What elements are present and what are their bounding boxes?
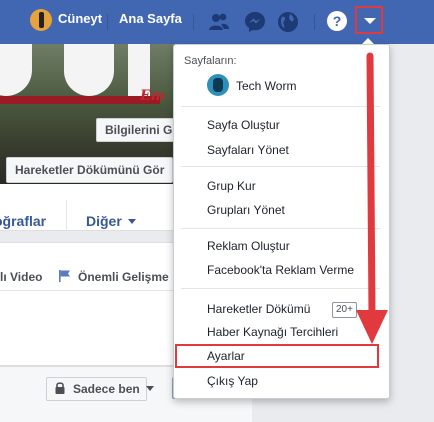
tab-divider (66, 200, 67, 230)
home-link[interactable]: Ana Sayfa (119, 11, 182, 26)
menu-divider (181, 228, 380, 229)
menu-item-activity-log[interactable]: Hareketler Dökümü (207, 302, 310, 316)
chevron-down-icon (146, 386, 154, 391)
life-event-button[interactable]: Önemli Gelişme (78, 270, 169, 284)
profile-name-link[interactable]: Cüneyt (58, 11, 102, 26)
menu-divider (181, 166, 380, 167)
live-video-button[interactable]: lı Video (0, 270, 42, 284)
settings-highlight-box (175, 344, 379, 368)
menu-item-manage-pages[interactable]: Sayfaları Yönet (207, 143, 289, 157)
profile-avatar[interactable] (30, 9, 52, 31)
cover-sculpture-letter (64, 44, 114, 96)
topbar-divider (314, 14, 315, 30)
cover-sculpture-base (0, 96, 160, 104)
messenger-icon[interactable] (243, 10, 267, 34)
view-activity-log-button[interactable]: Hareketler Dökümünü Gör (6, 157, 174, 183)
menu-item-manage-groups[interactable]: Grupları Yönet (207, 203, 285, 217)
topbar-divider (193, 14, 194, 30)
globe-icon[interactable] (276, 10, 300, 34)
menu-item-create-page[interactable]: Sayfa Oluştur (207, 118, 280, 132)
help-icon[interactable]: ? (327, 11, 347, 31)
menu-divider (181, 106, 380, 107)
menu-item-logout[interactable]: Çıkış Yap (207, 374, 258, 388)
cover-sign-text: Em (140, 88, 166, 104)
account-dropdown-button[interactable] (355, 6, 383, 34)
chevron-down-icon (128, 219, 136, 224)
page-avatar[interactable] (207, 74, 229, 96)
tab-more[interactable]: Diğer (86, 213, 122, 229)
friends-icon[interactable] (207, 10, 231, 34)
menu-divider (181, 288, 380, 289)
dropdown-arrow-icon (364, 18, 376, 24)
menu-item-news-feed-preferences[interactable]: Haber Kaynağı Tercihleri (207, 325, 338, 339)
topbar-divider (107, 14, 108, 30)
flag-icon (59, 270, 70, 282)
menu-item-create-ad[interactable]: Reklam Oluştur (207, 239, 290, 253)
page-link-tech-worm[interactable]: Tech Worm (236, 79, 296, 93)
annotation-arrow-icon (356, 52, 388, 344)
lock-icon (55, 382, 65, 394)
menu-item-settings[interactable]: Ayarlar (207, 349, 245, 363)
pages-header: Sayfaların: (184, 55, 237, 67)
cover-sculpture-letter (0, 44, 32, 96)
menu-item-advertise[interactable]: Facebook'ta Reklam Verme (207, 263, 354, 277)
menu-item-create-group[interactable]: Grup Kur (207, 179, 256, 193)
tab-photos[interactable]: oğraflar (0, 213, 46, 229)
